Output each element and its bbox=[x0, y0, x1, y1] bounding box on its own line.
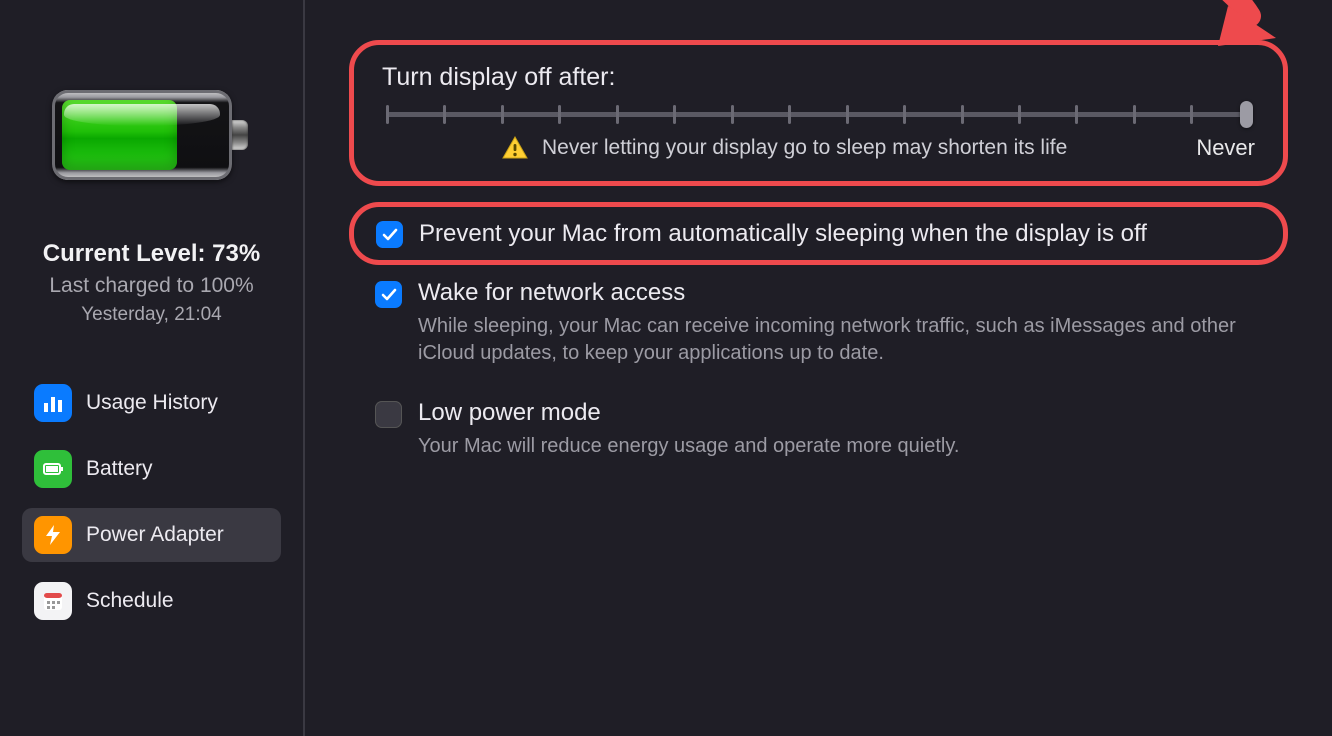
sidebar-item-label: Usage History bbox=[86, 391, 218, 415]
low-power-desc: Your Mac will reduce energy usage and op… bbox=[418, 433, 959, 460]
bolt-icon bbox=[34, 516, 72, 554]
display-off-slider[interactable] bbox=[386, 112, 1251, 117]
display-off-value: Never bbox=[1196, 135, 1255, 161]
wake-network-row: Wake for network access While sleeping, … bbox=[349, 265, 1288, 367]
sidebar-item-schedule[interactable]: Schedule bbox=[22, 574, 281, 628]
warning-icon bbox=[502, 136, 528, 160]
display-off-title: Turn display off after: bbox=[382, 63, 1255, 92]
battery-level-icon bbox=[52, 90, 252, 180]
sidebar-item-battery[interactable]: Battery bbox=[22, 442, 281, 496]
battery-icon bbox=[34, 450, 72, 488]
low-power-checkbox[interactable] bbox=[375, 401, 402, 428]
sidebar-item-label: Power Adapter bbox=[86, 523, 224, 547]
chart-bar-icon bbox=[34, 384, 72, 422]
prevent-sleep-row: Prevent your Mac from automatically slee… bbox=[349, 202, 1288, 265]
prevent-sleep-checkbox[interactable] bbox=[376, 221, 403, 248]
prevent-sleep-label: Prevent your Mac from automatically slee… bbox=[419, 220, 1147, 248]
sidebar-item-power-adapter[interactable]: Power Adapter bbox=[22, 508, 281, 562]
low-power-label: Low power mode bbox=[418, 399, 959, 427]
last-charged-label: Last charged to 100% bbox=[43, 274, 260, 298]
sidebar-nav: Usage History Battery Power Adapter Sche… bbox=[0, 376, 303, 640]
sidebar-item-usage-history[interactable]: Usage History bbox=[22, 376, 281, 430]
wake-network-desc: While sleeping, your Mac can receive inc… bbox=[418, 313, 1262, 367]
display-off-section: Turn display off after: Never letting yo… bbox=[349, 40, 1288, 186]
wake-network-checkbox[interactable] bbox=[375, 281, 402, 308]
sidebar-item-label: Battery bbox=[86, 457, 153, 481]
calendar-icon bbox=[34, 582, 72, 620]
low-power-row: Low power mode Your Mac will reduce ener… bbox=[349, 385, 1288, 460]
sidebar: Current Level: 73% Last charged to 100% … bbox=[0, 0, 305, 736]
slider-thumb[interactable] bbox=[1240, 101, 1253, 128]
last-charged-time: Yesterday, 21:04 bbox=[43, 304, 260, 326]
battery-status: Current Level: 73% Last charged to 100% … bbox=[43, 240, 260, 326]
current-level-label: Current Level: 73% bbox=[43, 240, 260, 268]
display-off-warning: Never letting your display go to sleep m… bbox=[542, 136, 1067, 160]
sidebar-item-label: Schedule bbox=[86, 589, 174, 613]
main-panel: Turn display off after: Never letting yo… bbox=[305, 0, 1332, 736]
wake-network-label: Wake for network access bbox=[418, 279, 1262, 307]
